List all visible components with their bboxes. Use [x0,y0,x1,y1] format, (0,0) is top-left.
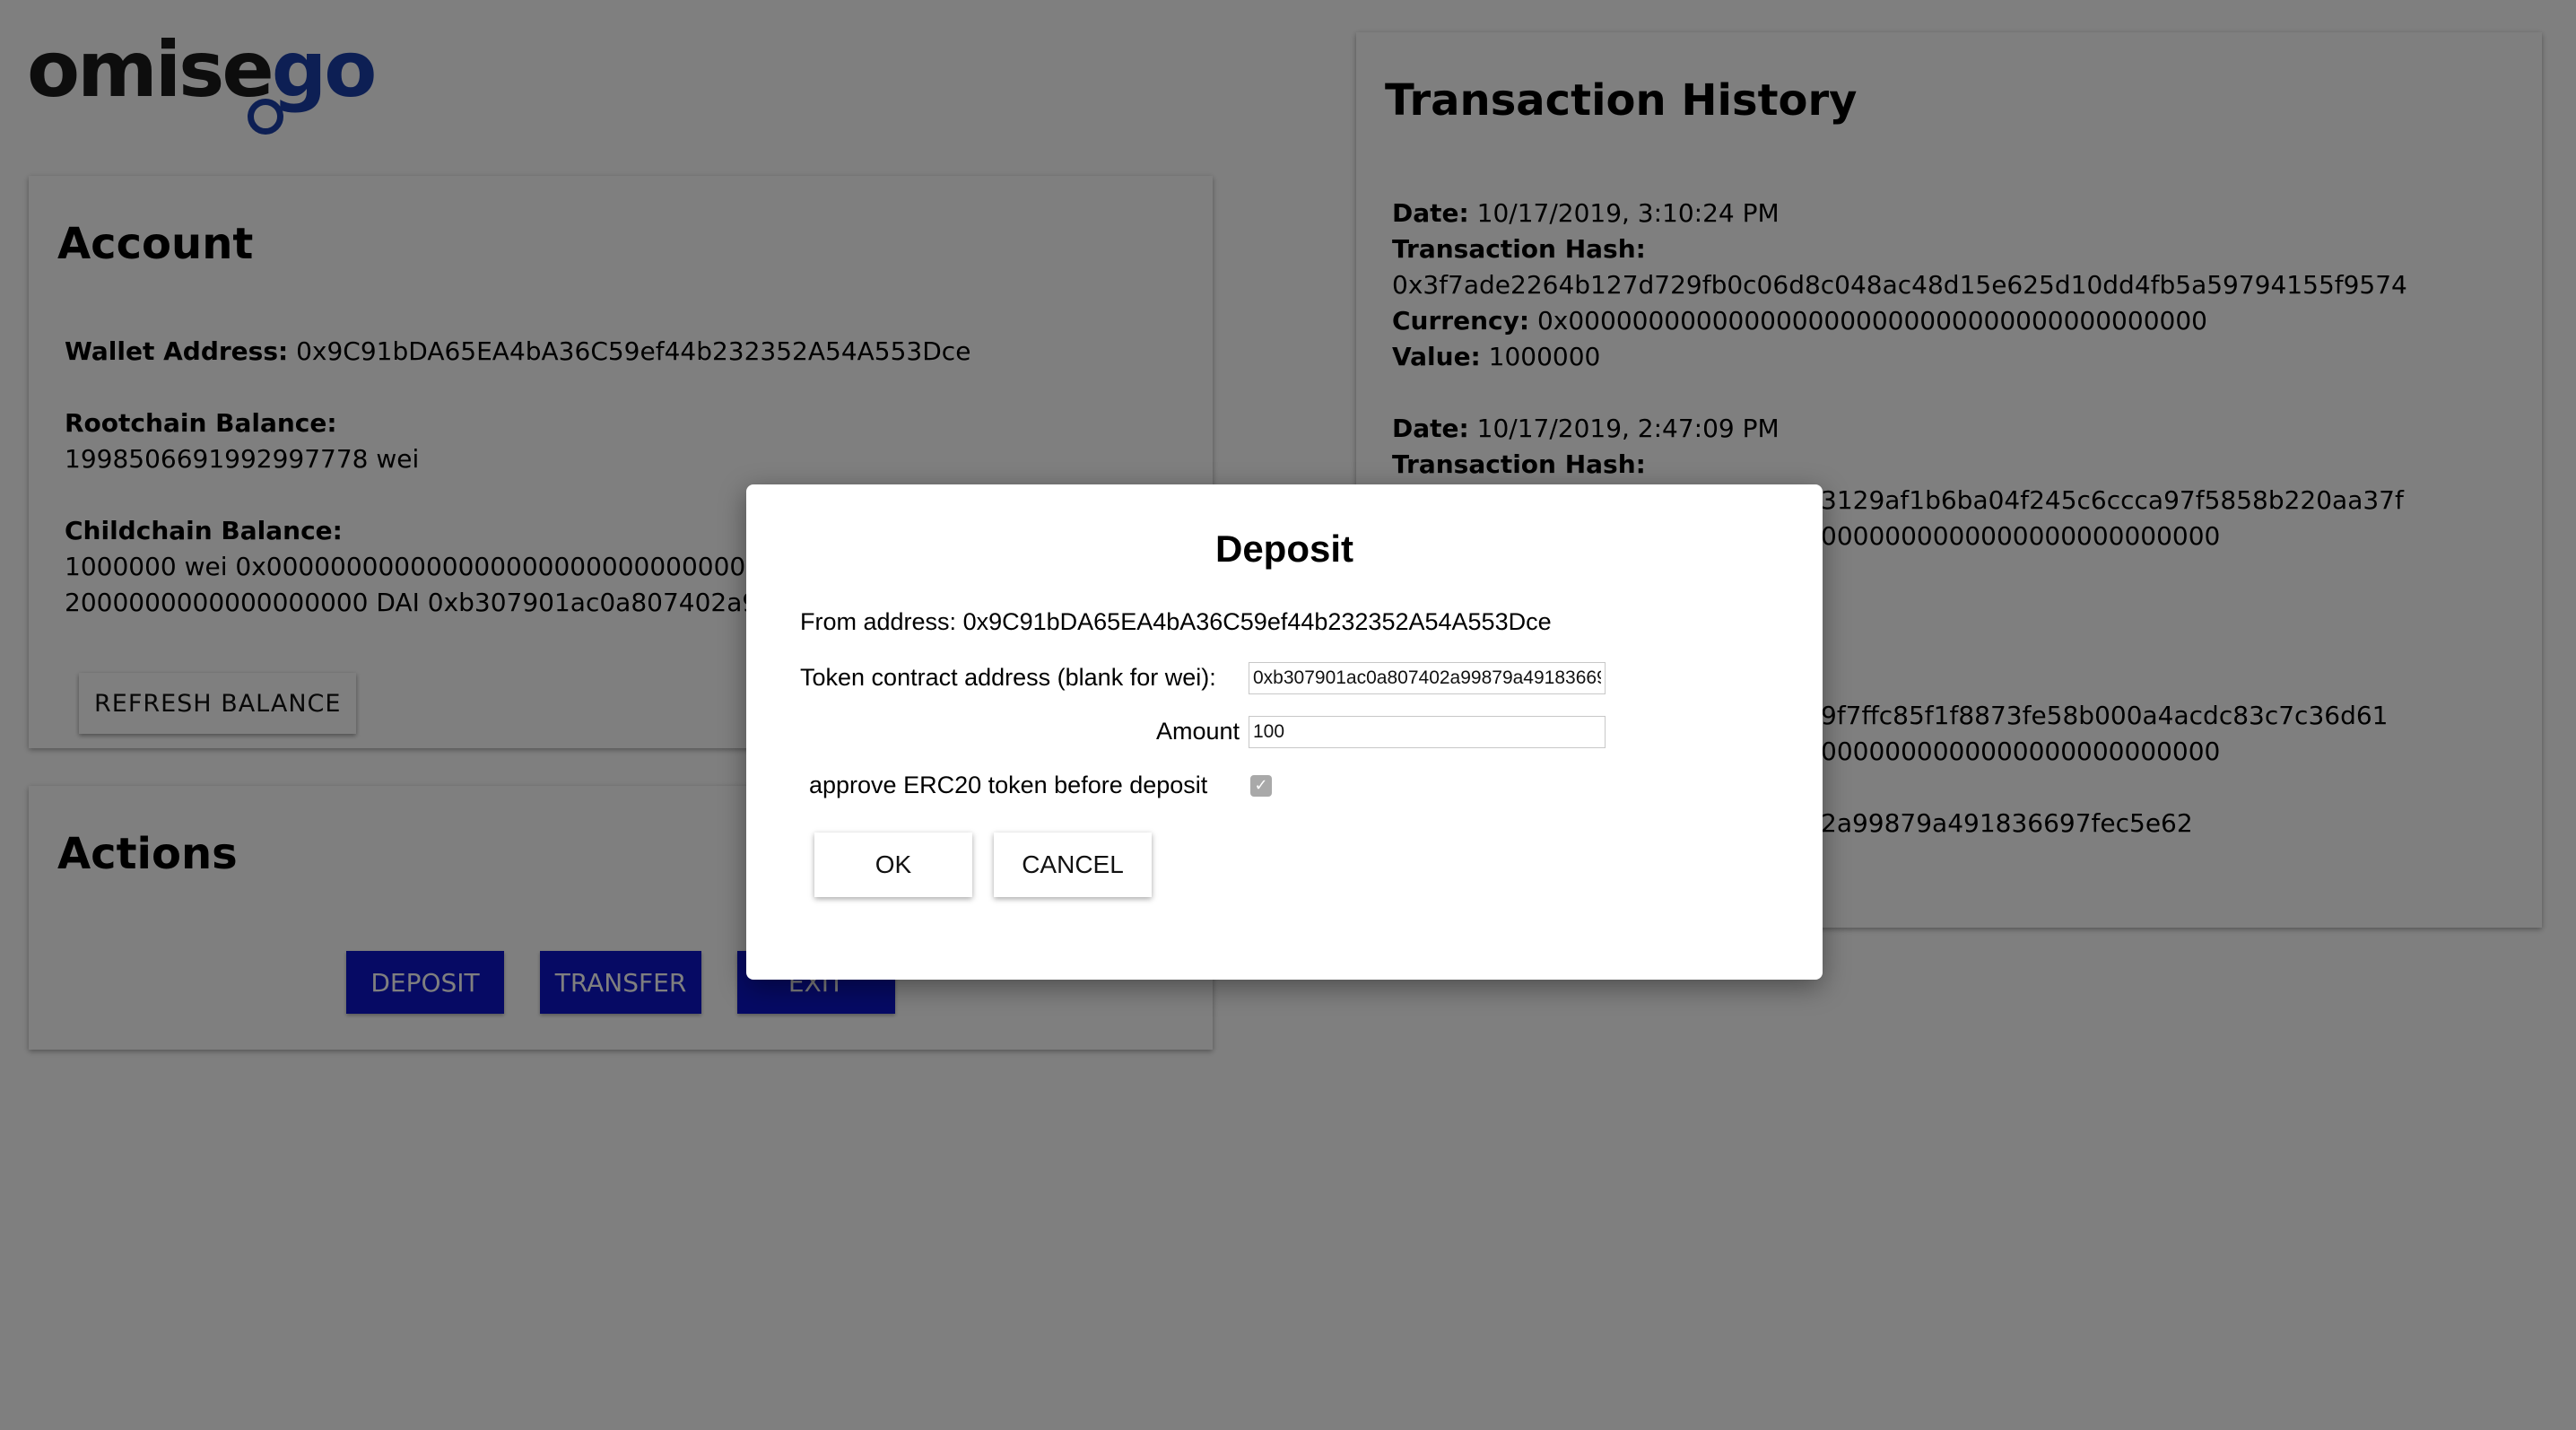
deposit-dialog: Deposit From address: 0x9C91bDA65EA4bA36… [746,484,1823,980]
from-address-value: 0x9C91bDA65EA4bA36C59ef44b232352A54A553D… [962,608,1552,635]
cancel-button[interactable]: CANCEL [994,833,1152,897]
dialog-title: Deposit [1214,528,1353,570]
app: omisego Account Wallet Address: 0x9C91bD… [0,0,2576,1430]
approve-erc20-checkbox[interactable]: ✓ [1250,775,1272,797]
from-address-label: From address: [800,608,957,635]
amount-input[interactable] [1249,716,1606,748]
amount-label: Amount [1155,718,1240,745]
from-address-row: From address: 0x9C91bDA65EA4bA36C59ef44b… [800,608,1552,636]
token-address-input[interactable] [1249,662,1606,694]
approve-erc20-label: approve ERC20 token before deposit [809,772,1208,798]
ok-button[interactable]: OK [814,833,972,897]
checkmark-icon: ✓ [1254,776,1268,795]
token-address-label: Token contract address (blank for wei): [800,664,1216,691]
